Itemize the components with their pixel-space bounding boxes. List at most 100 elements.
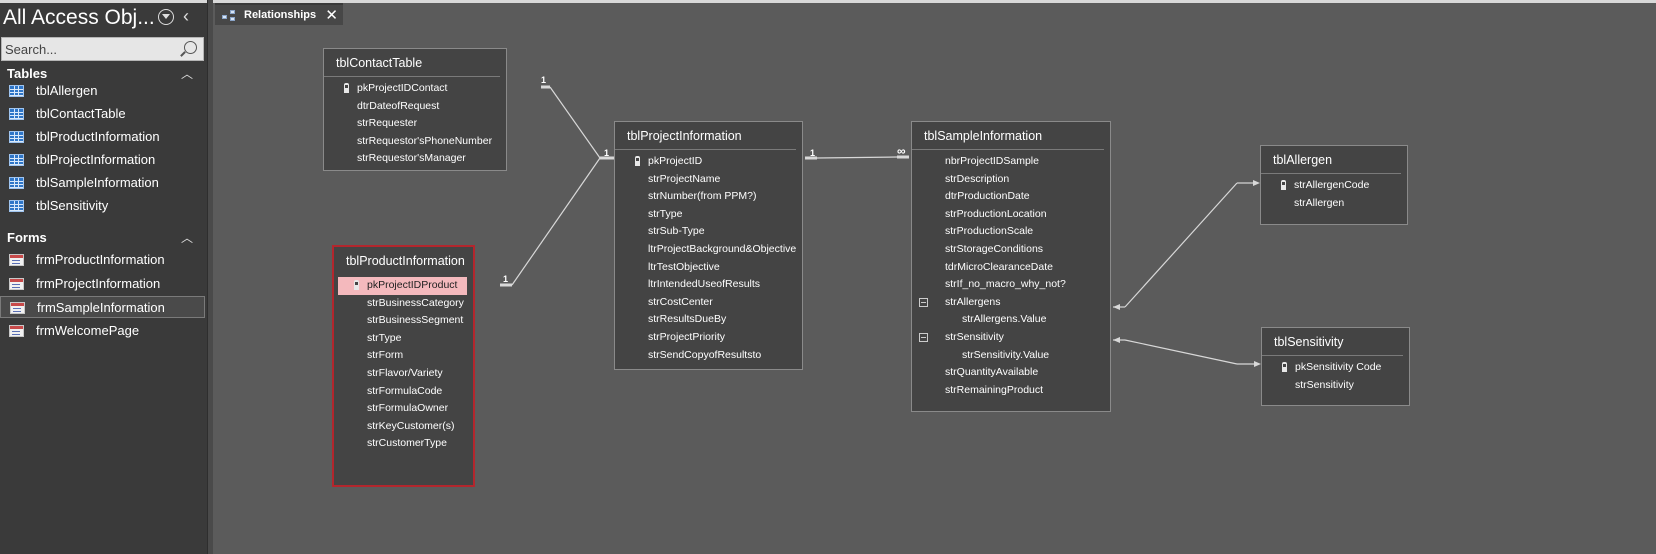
field-row[interactable]: nbrProjectIDSample xyxy=(912,153,1110,171)
nav-pane-menu-icon[interactable] xyxy=(158,9,174,25)
field-row[interactable]: strAllergens.Value xyxy=(912,311,1110,329)
field-name: strRequestor'sManager xyxy=(357,152,466,165)
table-title[interactable]: tblProductInformation xyxy=(334,247,467,275)
field-name: strForm xyxy=(367,349,404,362)
nav-collapse-chevron-icon[interactable]: ‹ xyxy=(183,6,189,27)
nav-item-tblallergen[interactable]: tblAllergen xyxy=(0,80,205,102)
field-row[interactable]: dtrDateofRequest xyxy=(324,98,506,116)
document-tab-strip: Relationships ✕ xyxy=(213,3,1656,25)
nav-item-frmsampleinformation[interactable]: frmSampleInformation xyxy=(0,296,205,318)
tab-label: Relationships xyxy=(244,9,317,21)
search-icon[interactable] xyxy=(184,41,197,54)
field-row[interactable]: strSub-Type xyxy=(615,223,802,241)
table-title[interactable]: tblAllergen xyxy=(1261,146,1401,174)
field-row[interactable]: ltrIntendedUseofResults xyxy=(615,276,802,294)
field-row[interactable]: pkSensitivity Code xyxy=(1262,359,1409,377)
field-name: strFlavor/Variety xyxy=(367,366,443,379)
nav-item-label: tblProjectInformation xyxy=(36,152,156,167)
access-window: All Access Obj... ‹ Tables ︿ tblAllergen… xyxy=(0,0,1656,554)
field-row[interactable]: strBusinessSegment xyxy=(334,312,473,330)
field-row[interactable]: strProjectName xyxy=(615,171,802,189)
field-row[interactable]: strType xyxy=(334,330,473,348)
nav-item-frmprojectinformation[interactable]: frmProjectInformation xyxy=(0,273,205,295)
field-row[interactable]: pkProjectID xyxy=(615,153,802,171)
field-row-multivalue[interactable]: strAllergens xyxy=(912,294,1110,312)
field-row[interactable]: strStorageConditions xyxy=(912,241,1110,259)
nav-item-tblproductinformation[interactable]: tblProductInformation xyxy=(0,126,205,148)
field-row[interactable]: strRemainingProduct xyxy=(912,382,1110,400)
field-name: ltrProjectBackground&Objective xyxy=(648,242,797,255)
field-row[interactable]: strProductionScale xyxy=(912,223,1110,241)
field-row[interactable]: strSensitivity xyxy=(1262,377,1409,395)
nav-item-tblprojectinformation[interactable]: tblProjectInformation xyxy=(0,149,205,171)
relationship-one-label: 1 xyxy=(810,148,816,158)
field-row[interactable]: strType xyxy=(615,206,802,224)
collapse-icon[interactable] xyxy=(919,297,928,307)
nav-item-tblcontacttable[interactable]: tblContactTable xyxy=(0,103,205,125)
table-title[interactable]: tblSampleInformation xyxy=(912,122,1104,150)
field-row[interactable]: strRequestor'sPhoneNumber xyxy=(324,133,506,151)
field-row[interactable]: strProductionLocation xyxy=(912,206,1110,224)
close-icon[interactable]: ✕ xyxy=(325,6,338,26)
nav-item-frmwelcomepage[interactable]: frmWelcomePage xyxy=(0,320,205,342)
field-row[interactable]: strFormulaOwner xyxy=(334,400,473,418)
table-box-tblprojectinformation[interactable]: tblProjectInformation pkProjectID strPro… xyxy=(614,121,803,370)
table-box-tblcontacttable[interactable]: tblContactTable pkProjectIDContact dtrDa… xyxy=(323,48,507,171)
field-row[interactable]: strResultsDueBy xyxy=(615,311,802,329)
field-row[interactable]: strAllergen xyxy=(1261,195,1407,213)
nav-item-label: frmWelcomePage xyxy=(36,323,140,338)
relationships-icon xyxy=(222,10,238,22)
field-name: dtrProductionDate xyxy=(945,190,1030,203)
nav-search-box[interactable] xyxy=(1,37,204,61)
collapse-chevron-icon[interactable]: ︿ xyxy=(181,228,193,248)
field-row[interactable]: strAllergenCode xyxy=(1261,177,1407,195)
field-row[interactable]: strRequester xyxy=(324,115,506,133)
field-row[interactable]: strSensitivity.Value xyxy=(912,347,1110,365)
field-name: strFormulaOwner xyxy=(367,402,449,415)
group-header-forms[interactable]: Forms ︿ xyxy=(0,228,205,248)
field-name: pkProjectIDContact xyxy=(357,82,448,94)
field-row[interactable]: strIf_no_macro_why_not? xyxy=(912,276,1110,294)
field-row[interactable]: strKeyCustomer(s) xyxy=(334,418,473,436)
table-box-tblallergen[interactable]: tblAllergen strAllergenCode strAllergen xyxy=(1260,145,1408,225)
field-name: nbrProjectIDSample xyxy=(945,155,1039,167)
field-row[interactable]: strForm xyxy=(334,347,473,365)
field-row[interactable]: ltrProjectBackground&Objective xyxy=(615,241,802,259)
field-row-selected[interactable]: pkProjectIDProduct xyxy=(338,277,467,295)
field-row[interactable]: strBusinessCategory xyxy=(334,295,473,313)
table-title[interactable]: tblContactTable xyxy=(324,49,500,77)
table-icon xyxy=(9,177,24,189)
nav-item-tblsensitivity[interactable]: tblSensitivity xyxy=(0,195,205,217)
nav-item-tblsampleinformation[interactable]: tblSampleInformation xyxy=(0,172,205,194)
field-row[interactable]: ltrTestObjective xyxy=(615,259,802,277)
field-row[interactable]: strCustomerType xyxy=(334,435,473,453)
field-name: strBusinessSegment xyxy=(367,314,464,327)
collapse-icon[interactable] xyxy=(919,332,928,342)
relationship-one-label: 1 xyxy=(541,75,547,85)
table-box-tblproductinformation[interactable]: tblProductInformation pkProjectIDProduct… xyxy=(332,245,475,487)
nav-pane-title[interactable]: All Access Obj... xyxy=(3,6,155,30)
field-row[interactable]: dtrProductionDate xyxy=(912,188,1110,206)
field-row-multivalue[interactable]: strSensitivity xyxy=(912,329,1110,347)
field-row[interactable]: strRequestor'sManager xyxy=(324,150,506,168)
field-row[interactable]: strNumber(from PPM?) xyxy=(615,188,802,206)
table-title[interactable]: tblSensitivity xyxy=(1262,328,1403,356)
field-row[interactable]: tdrMicroClearanceDate xyxy=(912,259,1110,277)
field-name: strSensitivity xyxy=(945,330,1004,343)
field-row[interactable]: strFormulaCode xyxy=(334,383,473,401)
field-row[interactable]: strCostCenter xyxy=(615,294,802,312)
nav-item-frmproductinformation[interactable]: frmProductInformation xyxy=(0,249,205,271)
table-box-tblsensitivity[interactable]: tblSensitivity pkSensitivity Code strSen… xyxy=(1261,327,1410,406)
field-row[interactable]: strDescription xyxy=(912,171,1110,189)
field-row[interactable]: strSendCopyofResultsto xyxy=(615,347,802,365)
field-row[interactable]: strProjectPriority xyxy=(615,329,802,347)
field-row[interactable]: strFlavor/Variety xyxy=(334,365,473,383)
field-name: strType xyxy=(367,331,402,344)
tab-relationships[interactable]: Relationships ✕ xyxy=(215,3,343,25)
field-row[interactable]: pkProjectIDContact xyxy=(324,80,506,98)
table-title[interactable]: tblProjectInformation xyxy=(615,122,796,150)
field-row[interactable]: strQuantityAvailable xyxy=(912,364,1110,382)
table-box-tblsampleinformation[interactable]: tblSampleInformation nbrProjectIDSample … xyxy=(911,121,1111,412)
search-input[interactable] xyxy=(5,40,175,58)
relationships-canvas[interactable]: 1 1 1 1 ∞ tblContactTable pkProjectIDCon… xyxy=(213,25,1656,554)
